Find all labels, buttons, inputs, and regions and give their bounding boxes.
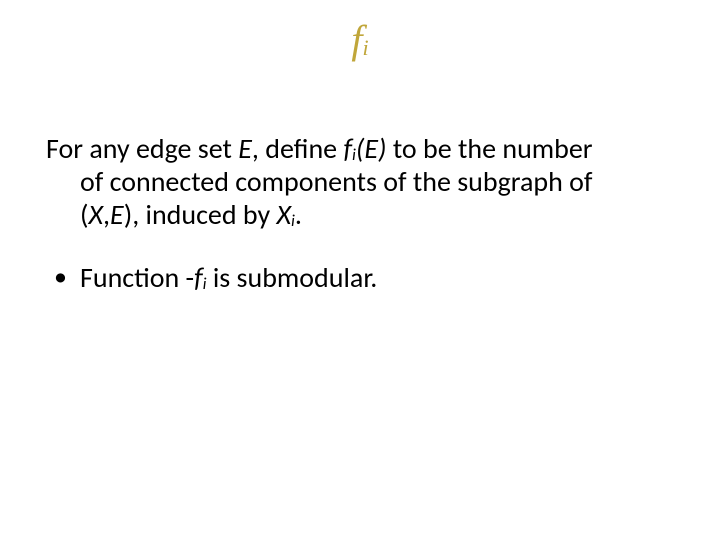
- def-fiE-paren: (E): [356, 131, 387, 166]
- def-t4: of connected components of the subgraph …: [80, 164, 592, 199]
- slide: fi For any edge set E, define fi(E) to b…: [0, 0, 720, 540]
- def-fiE-f: f: [343, 131, 352, 166]
- definition-paragraph: For any edge set E, define fi(E) to be t…: [46, 132, 682, 231]
- bullet-t1: Function -: [80, 260, 194, 295]
- def-E1: E: [238, 131, 252, 166]
- bullet-dot-icon: •: [54, 261, 80, 292]
- slide-title: fi: [0, 20, 720, 60]
- def-t6: .: [295, 197, 302, 232]
- def-XE-open: (: [80, 197, 89, 232]
- bullet-f: f: [194, 260, 203, 295]
- def-t1: For any edge set: [46, 131, 238, 166]
- def-XE-comma: ,: [103, 197, 110, 232]
- def-XE-X: X: [89, 197, 104, 232]
- def-Xi-X: X: [276, 197, 291, 232]
- bullet-t2: is submodular.: [207, 260, 378, 295]
- title-sub-i: i: [363, 35, 369, 60]
- bullet-item: • Function -fi is submodular.: [54, 261, 682, 294]
- def-t3: to be the number: [387, 131, 593, 166]
- def-t2: , define: [252, 131, 344, 166]
- title-f: f: [351, 17, 362, 62]
- def-t5: , induced by: [132, 197, 276, 232]
- slide-body: For any edge set E, define fi(E) to be t…: [46, 132, 682, 294]
- def-XE-close: ): [124, 197, 133, 232]
- def-XE-E: E: [110, 197, 124, 232]
- bullet-text: Function -fi is submodular.: [80, 261, 682, 294]
